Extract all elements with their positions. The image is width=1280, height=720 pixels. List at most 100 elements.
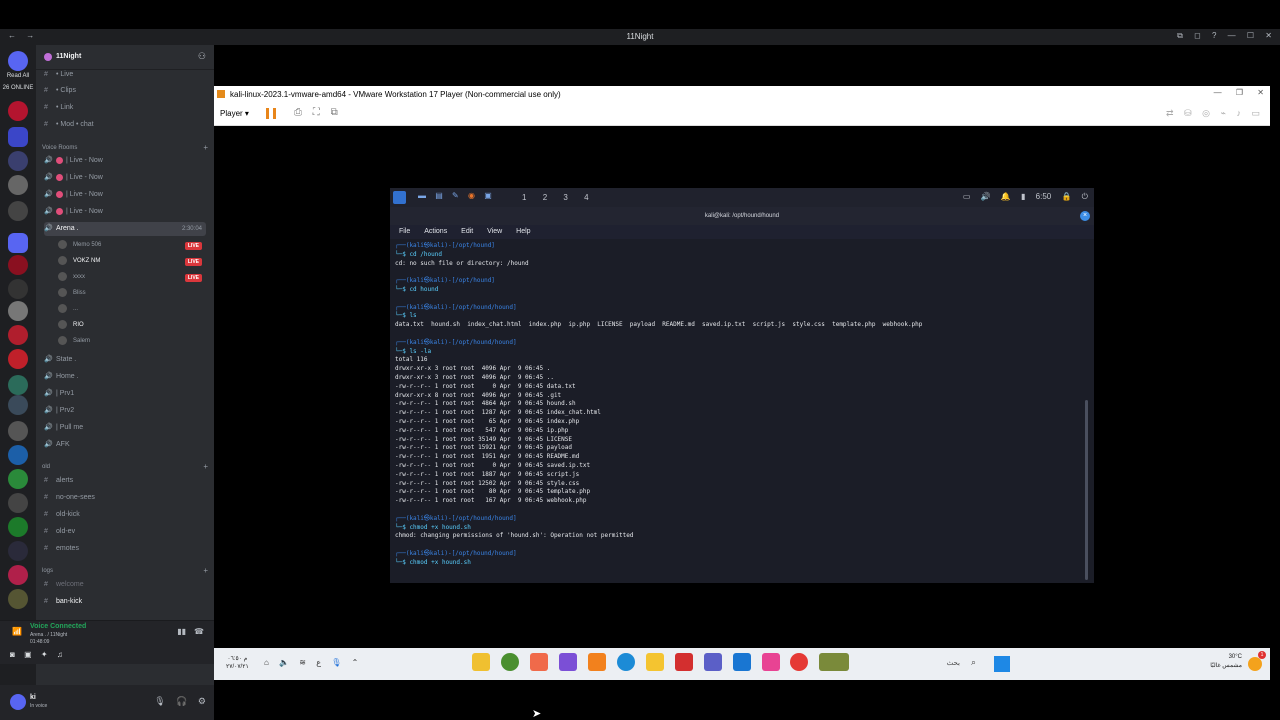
channel-item[interactable]: # old-ev — [44, 525, 206, 539]
app-icon[interactable] — [819, 653, 850, 671]
microphone-icon[interactable]: 🎙 — [154, 696, 165, 706]
channel-item[interactable]: # • Link — [44, 101, 206, 115]
channel-item[interactable]: # • Mod • chat — [44, 118, 206, 132]
terminal-icon[interactable]: ▣ — [484, 191, 492, 200]
vmware-app-icon[interactable] — [472, 653, 490, 671]
app-icon[interactable] — [761, 653, 780, 671]
server-icon[interactable] — [8, 175, 28, 195]
voice-user[interactable]: Memo 506 LIVE — [58, 238, 206, 253]
server-icon[interactable] — [8, 255, 28, 275]
usb-icon[interactable]: ⌁ — [1221, 108, 1226, 118]
voice-channel[interactable]: 🔊 | Live - Now — [44, 205, 206, 219]
network-icon[interactable]: ⇄ — [1166, 108, 1174, 118]
voice-channel[interactable]: 🔊 AFK — [44, 438, 206, 452]
minimize-button[interactable]: — — [1214, 88, 1222, 97]
channel-item[interactable]: # alerts — [44, 474, 206, 488]
editor-icon[interactable]: ✎ — [452, 191, 459, 200]
battery-icon[interactable]: ▮ — [1021, 192, 1025, 201]
sound-icon[interactable]: ♪ — [1236, 108, 1241, 118]
file-explorer-icon[interactable] — [645, 653, 664, 671]
camera-icon[interactable]: ◙ — [10, 650, 15, 659]
add-channel-icon[interactable]: + — [203, 461, 208, 473]
firefox-icon[interactable]: ◉ — [468, 191, 475, 200]
disk-icon[interactable]: ⛁ — [1184, 108, 1192, 118]
microphone-icon[interactable]: 🎙 — [331, 658, 341, 667]
server-icon[interactable] — [8, 325, 28, 345]
screen-share-icon[interactable]: ▣ — [24, 650, 32, 659]
visual-studio-icon[interactable] — [558, 653, 577, 671]
server-icon[interactable] — [8, 469, 28, 489]
server-icon[interactable] — [8, 201, 28, 221]
chrome-icon[interactable] — [500, 653, 519, 671]
server-icon[interactable] — [8, 233, 28, 253]
avatar[interactable] — [10, 694, 26, 710]
power-icon[interactable]: ⏻ — [1082, 192, 1088, 201]
menu-view[interactable]: View — [487, 228, 502, 235]
category-old[interactable]: old + — [42, 461, 208, 473]
server-icon[interactable] — [8, 565, 28, 585]
voice-status[interactable]: Voice Connected — [30, 623, 86, 630]
close-button[interactable]: ✕ — [1265, 31, 1272, 40]
voice-channel[interactable]: 🔊 | Pull me — [44, 421, 206, 435]
lock-icon[interactable]: 🔒 — [1061, 192, 1071, 201]
weather-widget[interactable]: 30°C مشمس غالبًا — [1210, 653, 1242, 671]
add-channel-icon[interactable]: + — [203, 565, 208, 577]
channel-item[interactable]: # old-kick — [44, 508, 206, 522]
channel-item[interactable]: # • Live — [44, 68, 206, 82]
sun-icon[interactable] — [1248, 657, 1262, 671]
bell-icon[interactable]: 🔔 — [1001, 192, 1011, 201]
app-icon[interactable] — [587, 653, 606, 671]
opera-icon[interactable] — [790, 653, 809, 671]
menu-edit[interactable]: Edit — [461, 228, 473, 235]
edge-icon[interactable] — [616, 653, 635, 671]
server-icon[interactable] — [8, 127, 28, 147]
terminal-output[interactable]: ┌──(kali㉿kali)-[/opt/hound] └─$ cd /hound… — [395, 242, 1085, 579]
channel-item[interactable]: # welcome — [44, 578, 206, 592]
display-icon[interactable]: ▭ — [1251, 108, 1260, 118]
server-icon[interactable] — [8, 301, 28, 321]
server-icon[interactable] — [8, 349, 28, 369]
clock-date[interactable]: م ٠٦:٥٠ ٢٧/٠٧/٢١ — [226, 655, 249, 671]
workspace-1[interactable]: 1 — [522, 193, 526, 202]
add-channel-icon[interactable]: + — [203, 142, 208, 154]
server-icon[interactable] — [8, 517, 28, 537]
voice-user[interactable]: RIO — [58, 318, 206, 333]
workspace-4[interactable]: 4 — [584, 193, 588, 202]
language-indicator[interactable]: ع — [316, 658, 321, 667]
server-icon[interactable] — [8, 395, 28, 415]
channel-item[interactable]: # ban-kick — [44, 595, 206, 609]
voice-channel[interactable]: 🔊 | Prv2 — [44, 404, 206, 418]
read-all-label[interactable]: Read All — [2, 73, 34, 79]
voice-user[interactable]: ... — [58, 302, 206, 317]
guild-header[interactable]: 11Night ⚇ — [36, 45, 214, 70]
voice-user[interactable]: Salem — [58, 334, 206, 349]
category-voice-rooms[interactable]: Voice Rooms + — [42, 142, 208, 154]
server-icon[interactable] — [8, 101, 28, 121]
kali-menu-icon[interactable] — [393, 191, 406, 204]
channel-item[interactable]: # emotes — [44, 542, 206, 556]
network-icon[interactable]: ⌂ — [264, 658, 269, 667]
username[interactable]: ki — [30, 694, 36, 701]
server-icon[interactable] — [8, 421, 28, 441]
maximize-button[interactable]: ☐ — [1247, 31, 1254, 40]
fullscreen-icon[interactable]: ⛶ — [313, 107, 320, 118]
noise-icon[interactable]: ▮▮ — [177, 627, 186, 636]
unity-icon[interactable]: ⧉ — [331, 107, 338, 118]
category-logs[interactable]: logs + — [42, 565, 208, 577]
player-menu[interactable]: Player ▾ — [220, 109, 249, 118]
server-icon[interactable] — [8, 589, 28, 609]
voice-channel[interactable]: 🔊 State . — [44, 353, 206, 367]
server-icon[interactable] — [8, 445, 28, 465]
server-icon[interactable] — [8, 493, 28, 513]
disconnect-icon[interactable]: ☎ — [194, 627, 204, 636]
teams-icon[interactable] — [703, 653, 722, 671]
channel-item[interactable]: # no-one-sees — [44, 491, 206, 505]
channel-item[interactable]: # • Clips — [44, 84, 206, 98]
voice-user[interactable]: Bliss — [58, 286, 206, 301]
volume-icon[interactable]: 🔈 — [279, 658, 289, 667]
add-user-icon[interactable]: ⚇ — [198, 51, 206, 62]
cd-icon[interactable]: ◎ — [1202, 108, 1210, 118]
server-icon[interactable] — [8, 279, 28, 299]
send-ctrl-alt-del-icon[interactable]: ⎙ — [294, 107, 302, 118]
voice-user[interactable]: VOKZ NM LIVE — [58, 254, 206, 269]
